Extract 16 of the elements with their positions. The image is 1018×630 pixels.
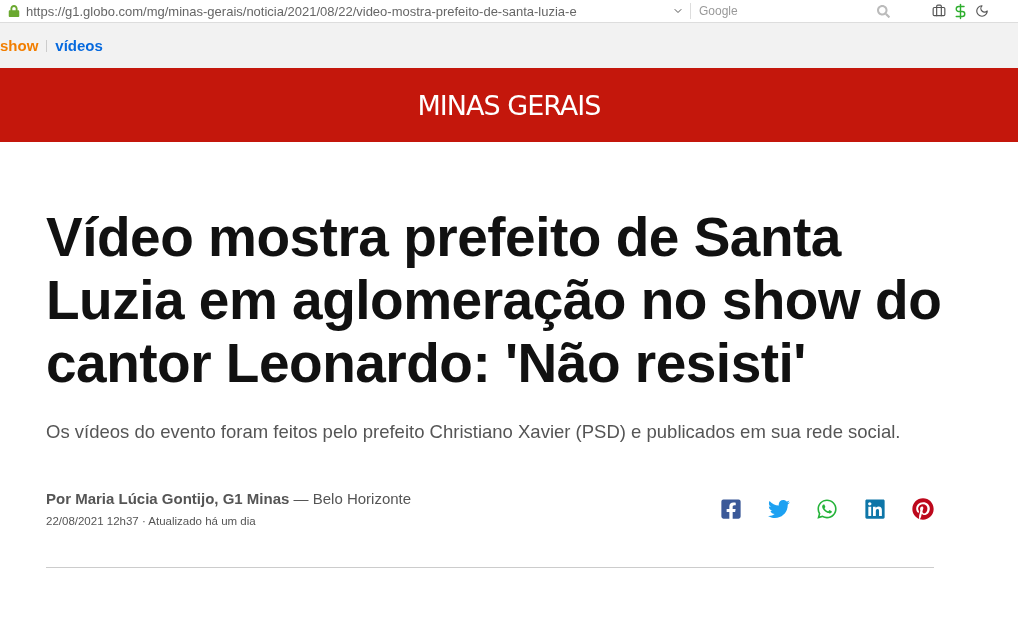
headline: Vídeo mostra prefeito de Santa Luzia em aglomeração no show do cantor Leonardo: 'Não resisti'	[46, 206, 943, 395]
phone-bubble-icon[interactable]	[816, 497, 838, 520]
bird-icon[interactable]	[768, 497, 790, 520]
pinterest-icon[interactable]	[912, 497, 934, 520]
nav-link[interactable]: vídeos	[55, 37, 103, 54]
moon-icon[interactable]	[975, 4, 989, 18]
linkedin-icon[interactable]	[864, 497, 886, 520]
nav-link[interactable]: show	[0, 37, 39, 54]
subtitle: Os vídeos do evento foram feitos pelo prefeito Christiano Xavier (PSD) e publicados em sua rede social.	[46, 420, 902, 444]
publish-date: 22/08/2021 12h37 · Atualizado há um dia	[46, 515, 257, 527]
url-field[interactable]: https://g1.globo.com/mg/minas-gerais/noticia/2021/08/22/video-mostra-prefeito-de-santa-luzia-e	[26, 3, 666, 19]
facebook-icon[interactable]	[720, 497, 742, 520]
section-title: MINAS GERAIS	[417, 89, 601, 121]
briefcase-icon[interactable]	[932, 4, 946, 18]
byline: Por Maria Lúcia Gontijo, G1 Minas — Belo Horizonte	[46, 490, 412, 507]
lock-icon	[8, 5, 20, 17]
